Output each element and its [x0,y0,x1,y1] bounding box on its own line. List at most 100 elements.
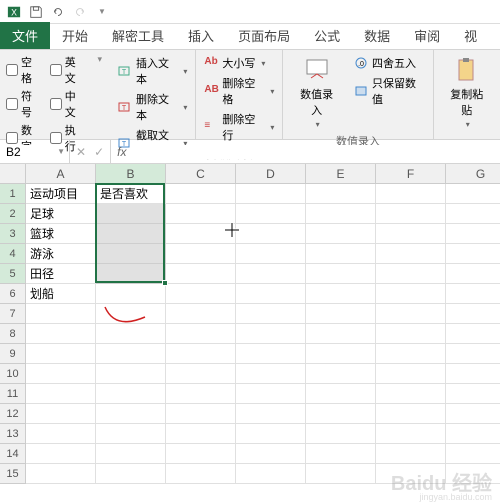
row-header-2[interactable]: 2 [0,204,26,224]
cell-C7[interactable] [166,304,236,324]
col-header-G[interactable]: G [446,164,500,184]
cell-A14[interactable] [26,444,96,464]
cell-F9[interactable] [376,344,446,364]
cell-B10[interactable] [96,364,166,384]
cell-B9[interactable] [96,344,166,364]
tab-文件[interactable]: 文件 [0,22,50,49]
cell-B8[interactable] [96,324,166,344]
cell-D4[interactable] [236,244,306,264]
cell-C14[interactable] [166,444,236,464]
row-header-9[interactable]: 9 [0,344,26,364]
cell-F14[interactable] [376,444,446,464]
col-header-C[interactable]: C [166,164,236,184]
cell-F15[interactable] [376,464,446,484]
cmd-删除空格[interactable]: AB删除空格▾ [202,74,276,108]
cell-E13[interactable] [306,424,376,444]
cell-D2[interactable] [236,204,306,224]
enter-icon[interactable]: ✓ [94,145,104,159]
cell-E6[interactable] [306,284,376,304]
cell-D5[interactable] [236,264,306,284]
qat-redo-icon[interactable] [70,2,90,22]
cell-E11[interactable] [306,384,376,404]
checkbox-中文[interactable]: 中文 [50,88,86,120]
col-header-D[interactable]: D [236,164,306,184]
qat-excel-icon[interactable]: X [4,2,24,22]
cell-G14[interactable] [446,444,500,464]
cell-F6[interactable] [376,284,446,304]
cell-D3[interactable] [236,224,306,244]
checkbox-空格[interactable]: 空格 [6,54,42,86]
cell-B12[interactable] [96,404,166,424]
cell-D13[interactable] [236,424,306,444]
row-header-1[interactable]: 1 [0,184,26,204]
row-header-10[interactable]: 10 [0,364,26,384]
chevron-down-icon[interactable]: ▼ [57,147,65,156]
cell-A8[interactable] [26,324,96,344]
cell-E7[interactable] [306,304,376,324]
cell-E9[interactable] [306,344,376,364]
cell-C10[interactable] [166,364,236,384]
spreadsheet-grid[interactable]: ABCDEFG 123456789101112131415 运动项目是否喜欢足球… [0,164,500,504]
row-header-14[interactable]: 14 [0,444,26,464]
cell-B15[interactable] [96,464,166,484]
cell-D8[interactable] [236,324,306,344]
cell-G5[interactable] [446,264,500,284]
cell-B3[interactable] [96,224,166,244]
cmd-删除文本[interactable]: T删除文本▾ [116,90,189,124]
cell-A12[interactable] [26,404,96,424]
cell-G7[interactable] [446,304,500,324]
cmd-删除空行[interactable]: ≡删除空行▾ [202,110,276,144]
name-box-input[interactable] [6,145,63,159]
cell-B11[interactable] [96,384,166,404]
tab-数据[interactable]: 数据 [352,22,402,49]
cell-G15[interactable] [446,464,500,484]
cell-F11[interactable] [376,384,446,404]
formula-input[interactable] [132,145,500,159]
cell-B5[interactable] [96,264,166,284]
cell-A7[interactable] [26,304,96,324]
cell-F12[interactable] [376,404,446,424]
cell-F10[interactable] [376,364,446,384]
name-box[interactable]: ▼ [0,140,70,163]
cell-D6[interactable] [236,284,306,304]
cell-D14[interactable] [236,444,306,464]
row-header-11[interactable]: 11 [0,384,26,404]
numeric-entry-button[interactable]: 数值录入 ▾ [289,54,344,131]
col-header-F[interactable]: F [376,164,446,184]
row-header-12[interactable]: 12 [0,404,26,424]
checkbox-符号[interactable]: 符号 [6,88,42,120]
tab-解密工具[interactable]: 解密工具 [100,22,176,49]
cell-F3[interactable] [376,224,446,244]
cell-E2[interactable] [306,204,376,224]
cell-A9[interactable] [26,344,96,364]
fx-icon[interactable]: fx [111,145,132,159]
tab-开始[interactable]: 开始 [50,22,100,49]
cell-E10[interactable] [306,364,376,384]
cell-B2[interactable] [96,204,166,224]
cell-A6[interactable]: 划船 [26,284,96,304]
cell-A4[interactable]: 游泳 [26,244,96,264]
row-header-15[interactable]: 15 [0,464,26,484]
cell-D15[interactable] [236,464,306,484]
cell-D12[interactable] [236,404,306,424]
cell-B6[interactable] [96,284,166,304]
cell-E1[interactable] [306,184,376,204]
cell-C2[interactable] [166,204,236,224]
cmd-四舍五入[interactable]: .0四舍五入 [352,54,427,72]
cell-A2[interactable]: 足球 [26,204,96,224]
qat-save-icon[interactable] [26,2,46,22]
cell-G1[interactable] [446,184,500,204]
cell-E8[interactable] [306,324,376,344]
cell-D7[interactable] [236,304,306,324]
cmd-插入文本[interactable]: T插入文本▾ [116,54,189,88]
copy-paste-button[interactable]: 复制粘贴 ▾ [440,54,494,131]
row-header-7[interactable]: 7 [0,304,26,324]
cell-G2[interactable] [446,204,500,224]
cell-C5[interactable] [166,264,236,284]
cell-B7[interactable] [96,304,166,324]
cell-B14[interactable] [96,444,166,464]
cell-A5[interactable]: 田径 [26,264,96,284]
cell-C8[interactable] [166,324,236,344]
row-header-6[interactable]: 6 [0,284,26,304]
row-header-4[interactable]: 4 [0,244,26,264]
